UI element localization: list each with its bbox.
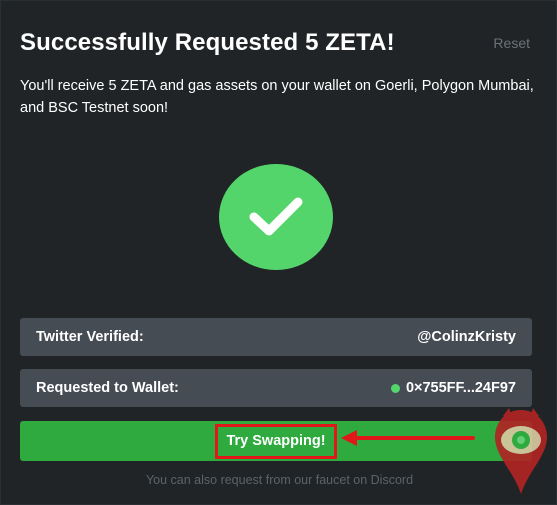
twitter-handle: @ColinzKristy bbox=[417, 329, 516, 345]
wallet-address: 0×755FF...24F97 bbox=[405, 380, 516, 396]
try-swapping-button[interactable]: Try Swapping! bbox=[20, 421, 532, 461]
discord-faucet-note: You can also request from our faucet on … bbox=[145, 473, 414, 487]
requested-wallet-label: Requested to Wallet: bbox=[36, 380, 179, 396]
twitter-verified-label: Twitter Verified: bbox=[36, 329, 144, 345]
faucet-result-panel: Successfully Requested 5 ZETA! Reset You… bbox=[0, 0, 557, 505]
reset-link[interactable]: Reset bbox=[493, 35, 530, 51]
try-swapping-label: Try Swapping! bbox=[215, 423, 337, 459]
requested-wallet-row: Requested to Wallet: 0×755FF...24F97 bbox=[20, 369, 532, 407]
twitter-verified-row: Twitter Verified: @ColinzKristy bbox=[20, 318, 532, 356]
page-title: Successfully Requested 5 ZETA! bbox=[20, 29, 395, 56]
success-check-icon bbox=[219, 164, 333, 270]
check-icon bbox=[249, 197, 303, 236]
wallet-status-dot-icon bbox=[390, 383, 400, 393]
wallet-value: 0×755FF...24F97 bbox=[390, 380, 516, 396]
description-text: You'll receive 5 ZETA and gas assets on … bbox=[20, 78, 534, 116]
